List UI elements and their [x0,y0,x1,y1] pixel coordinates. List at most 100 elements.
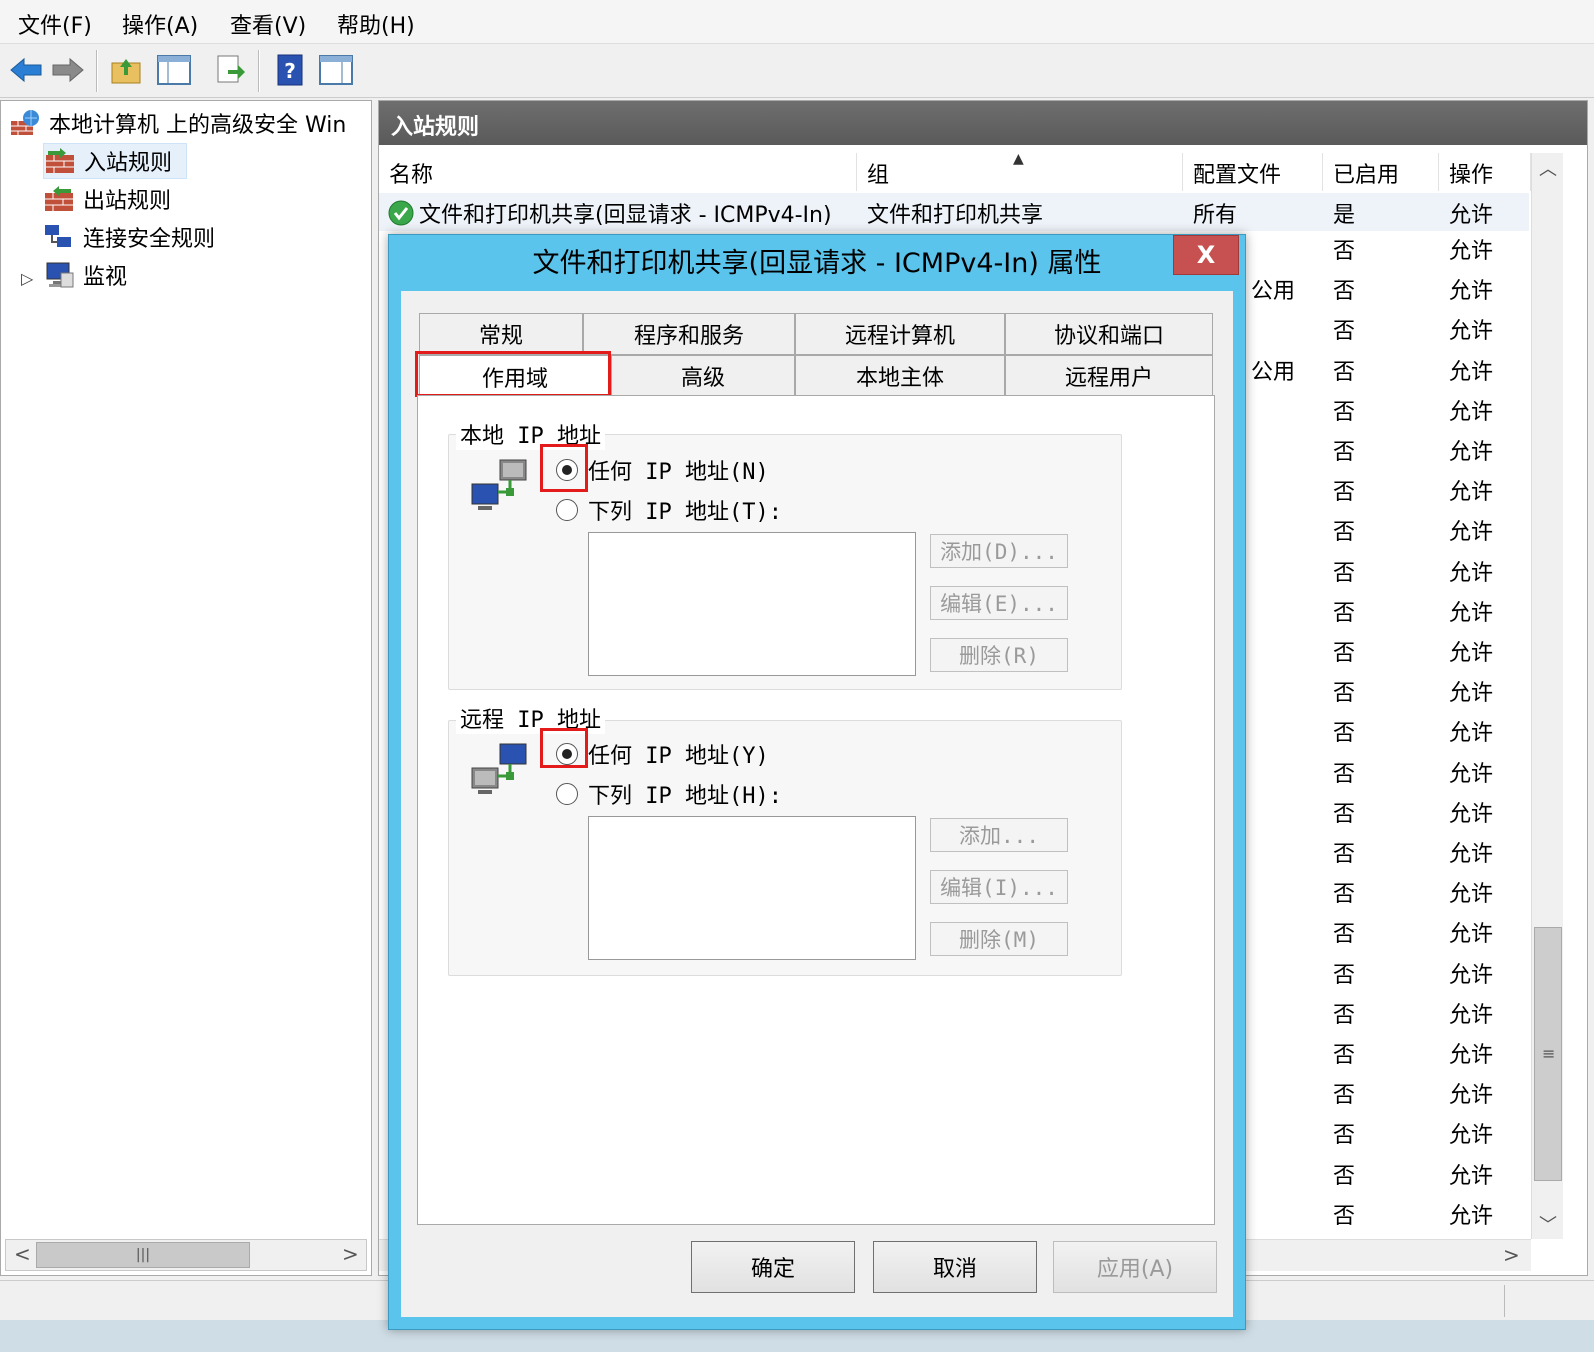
apply-button[interactable]: 应用(A) [1053,1241,1217,1293]
menu-help[interactable]: 帮助(H) [337,8,415,40]
remote-these-ip-option[interactable]: 下列 IP 地址(H): [556,778,782,810]
radio-label: 下列 IP 地址(T): [588,500,782,525]
remote-remove-button[interactable]: 删除(M) [930,922,1068,956]
column-header-name[interactable]: 名称 [379,153,857,191]
tree-horizontal-scrollbar[interactable]: < ||| > [5,1239,367,1271]
rule-enabled: 否 [1333,319,1356,345]
menu-view[interactable]: 查看(V) [230,8,306,40]
tab-local-principals[interactable]: 本地主体 [795,355,1005,397]
tree-item-connection-security-rules[interactable]: 连接安全规则 [43,219,343,255]
tree-item-label: 出站规则 [83,189,172,214]
console-tree-icon [157,55,191,85]
rule-action: 允许 [1449,962,1494,988]
rule-profile: 公用 [1251,359,1296,385]
rule-enabled: 否 [1333,641,1356,666]
menu-bar: 文件(F) 操作(A) 查看(V) 帮助(H) [0,0,1594,44]
vertical-scrollbar[interactable]: ︿ ≡ ﹀ [1531,153,1563,1239]
grip-icon: ≡ [1542,1044,1556,1063]
scrollbar-thumb[interactable]: ||| [36,1242,250,1268]
back-button[interactable] [6,50,46,90]
tab-remote-users[interactable]: 远程用户 [1005,355,1213,397]
arrow-left-icon [10,57,42,83]
close-button[interactable]: X [1173,235,1239,275]
rule-enabled: 否 [1333,801,1356,827]
status-separator [1504,1285,1506,1317]
column-header-enabled[interactable]: 已启用 [1323,153,1439,191]
ok-button[interactable]: 确定 [691,1241,855,1293]
up-folder-button[interactable] [106,50,146,90]
scroll-right-icon[interactable]: > [342,1242,359,1266]
remote-ip-list[interactable] [588,816,916,960]
rule-action: 允许 [1449,882,1494,908]
rule-enabled: 否 [1333,962,1356,988]
export-list-button[interactable] [210,50,250,90]
local-these-ip-option[interactable]: 下列 IP 地址(T): [556,494,782,526]
rule-action: 允许 [1449,721,1494,747]
scroll-left-icon[interactable]: < [14,1242,31,1266]
forward-button[interactable] [48,50,88,90]
rule-enabled: 否 [1333,480,1356,506]
tab-remote-computers[interactable]: 远程计算机 [795,313,1005,355]
column-header-profile[interactable]: 配置文件 [1183,153,1323,191]
menu-action[interactable]: 操作(A) [122,8,198,40]
radio-unselected[interactable] [556,499,578,521]
rule-action: 允许 [1449,842,1494,867]
rule-enabled: 否 [1333,1043,1356,1068]
tab-protocols-ports[interactable]: 协议和端口 [1005,313,1213,355]
scroll-right-icon[interactable]: > [1503,1243,1520,1267]
sort-ascending-icon: ▲ [1013,151,1024,167]
firewall-globe-icon [11,110,39,135]
show-action-pane-button[interactable] [316,50,356,90]
menu-file[interactable]: 文件(F) [18,8,92,40]
tree-root[interactable]: 本地计算机 上的高级安全 Win [9,105,369,141]
tree-item-label: 监视 [83,265,128,290]
rule-action: 允许 [1449,560,1494,586]
connection-security-icon [45,225,71,247]
scroll-up-icon[interactable]: ︿ [1539,155,1557,181]
rule-action: 允许 [1449,1123,1494,1149]
remote-add-button[interactable]: 添加... [930,818,1068,852]
help-button[interactable]: ? [270,50,310,90]
rule-enabled: 否 [1333,560,1356,586]
radio-label: 任何 IP 地址(N) [588,460,769,485]
tree-root-label: 本地计算机 上的高级安全 Win [49,113,347,138]
show-hide-tree-button[interactable] [154,50,194,90]
rule-enabled: 是 [1333,203,1356,228]
rule-enabled: 否 [1333,399,1356,425]
scroll-down-icon[interactable]: ﹀ [1539,1211,1557,1237]
local-edit-button[interactable]: 编辑(E)... [930,586,1068,620]
rule-enabled: 否 [1333,520,1356,546]
tree-item-inbound-rules[interactable]: 入站规则 [43,143,187,179]
cancel-button[interactable]: 取消 [873,1241,1037,1293]
help-icon: ? [277,54,303,86]
rule-action: 允许 [1449,600,1494,626]
dialog-title: 文件和打印机共享(回显请求 - ICMPv4-In) 属性 [532,248,1102,279]
tab-programs-services[interactable]: 程序和服务 [583,313,795,355]
local-add-button[interactable]: 添加(D)... [930,534,1068,568]
highlight-box [540,728,588,768]
rule-enabled: 否 [1333,239,1356,264]
local-ip-list[interactable] [588,532,916,676]
expand-arrow-icon[interactable]: ▷ [21,269,33,288]
rule-action: 允许 [1449,520,1494,546]
console-tree: 本地计算机 上的高级安全 Win 入站规则 出站规则 连接安全规则 ▷ 监视 <… [0,100,372,1276]
action-pane-icon [319,55,353,85]
firewall-outbound-icon [45,186,73,211]
rule-action: 允许 [1449,359,1494,385]
rule-enabled: 否 [1333,440,1356,465]
rule-action: 允许 [1449,279,1494,305]
rule-action: 允许 [1449,399,1494,425]
tree-item-monitoring[interactable]: 监视 [43,257,343,293]
local-remove-button[interactable]: 删除(R) [930,638,1068,672]
remote-edit-button[interactable]: 编辑(I)... [930,870,1068,904]
rule-enabled: 否 [1333,882,1356,908]
tree-item-outbound-rules[interactable]: 出站规则 [43,181,343,217]
tab-general[interactable]: 常规 [419,313,583,355]
rule-enabled: 否 [1333,1203,1356,1229]
rule-profile: 公用 [1251,279,1296,305]
column-header-action[interactable]: 操作 [1439,153,1531,191]
scrollbar-thumb[interactable]: ≡ [1534,927,1562,1181]
tab-advanced[interactable]: 高级 [611,355,795,397]
arrow-right-icon [52,57,84,83]
radio-unselected[interactable] [556,783,578,805]
